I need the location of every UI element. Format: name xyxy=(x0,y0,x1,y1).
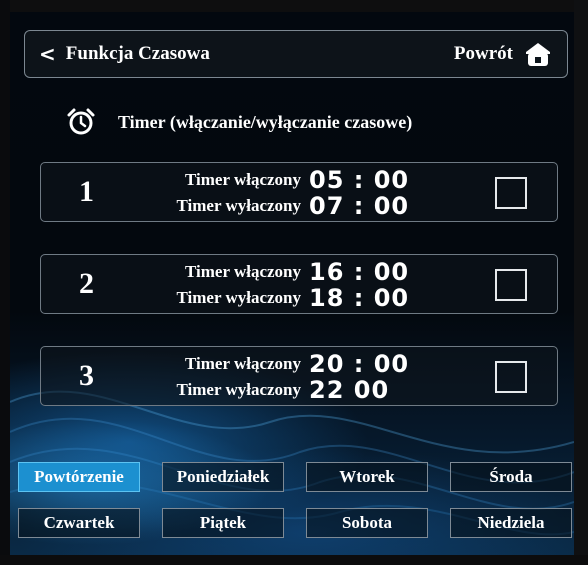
device-bezel-bottom xyxy=(0,555,588,565)
day-friday-button[interactable]: Piątek xyxy=(162,508,284,538)
device-bezel-top xyxy=(0,0,588,12)
repeat-button[interactable]: Powtórzenie xyxy=(18,462,140,492)
timer-on-label: Timer włączony xyxy=(185,354,301,373)
day-sunday-button[interactable]: Niedziela xyxy=(450,508,572,538)
device-bezel-left xyxy=(0,0,10,565)
timer-on-line: Timer włączony 20 : 00 xyxy=(141,350,441,378)
timer-index: 3 xyxy=(79,359,94,392)
timer-off-time[interactable]: 18 : 00 xyxy=(309,284,409,312)
timer-off-line: Timer wyłaczony 07 : 00 xyxy=(141,192,441,220)
home-icon xyxy=(523,41,553,67)
timer-section-heading: Timer (włączanie/wyłączanie czasowe) xyxy=(66,107,412,137)
timer-off-time[interactable]: 07 : 00 xyxy=(309,192,409,220)
timer-row-1: 1 Timer włączony 05 : 00 Timer wyłaczony… xyxy=(40,162,558,222)
timer-index: 2 xyxy=(79,267,94,300)
day-saturday-button[interactable]: Sobota xyxy=(306,508,428,538)
day-tuesday-button[interactable]: Wtorek xyxy=(306,462,428,492)
timer-index: 1 xyxy=(79,175,94,208)
timer-on-time[interactable]: 16 : 00 xyxy=(309,258,409,286)
alarm-clock-icon xyxy=(67,108,95,135)
timer-on-time[interactable]: 20 : 00 xyxy=(309,350,409,378)
timer-row-3: 3 Timer włączony 20 : 00 Timer wyłaczony… xyxy=(40,346,558,406)
timer-on-line: Timer włączony 05 : 00 xyxy=(141,166,441,194)
timer-3-checkbox[interactable] xyxy=(495,361,527,393)
timer-on-label: Timer włączony xyxy=(185,170,301,189)
timer-off-label: Timer wyłaczony xyxy=(176,380,302,399)
timer-off-label: Timer wyłaczony xyxy=(176,196,302,215)
timer-off-line: Timer wyłaczony 18 : 00 xyxy=(141,284,441,312)
timer-row-2: 2 Timer włączony 16 : 00 Timer wyłaczony… xyxy=(40,254,558,314)
timer-on-time[interactable]: 05 : 00 xyxy=(309,166,409,194)
timer-off-line: Timer wyłaczony 22 00 xyxy=(141,376,441,404)
return-label: Powrót xyxy=(453,43,513,64)
timer-2-checkbox[interactable] xyxy=(495,269,527,301)
screen: < Funkcja Czasowa Powrót Timer (włączani… xyxy=(10,12,574,555)
chevron-left-icon: < xyxy=(39,42,56,66)
day-wednesday-button[interactable]: Środa xyxy=(450,462,572,492)
header-bar: < Funkcja Czasowa Powrót xyxy=(24,30,568,78)
timer-1-checkbox[interactable] xyxy=(495,177,527,209)
day-thursday-button[interactable]: Czwartek xyxy=(18,508,140,538)
back-button[interactable]: < Funkcja Czasowa xyxy=(39,39,210,69)
return-button[interactable]: Powrót xyxy=(454,39,553,69)
day-monday-button[interactable]: Poniedziałek xyxy=(162,462,284,492)
timer-off-label: Timer wyłaczony xyxy=(176,288,302,307)
timer-on-label: Timer włączony xyxy=(185,262,301,281)
device-bezel-right xyxy=(574,0,588,565)
timer-on-line: Timer włączony 16 : 00 xyxy=(141,258,441,286)
section-title: Timer (włączanie/wyłączanie czasowe) xyxy=(118,111,413,132)
timer-off-time[interactable]: 22 00 xyxy=(309,376,389,404)
page-title: Funkcja Czasowa xyxy=(65,43,210,64)
